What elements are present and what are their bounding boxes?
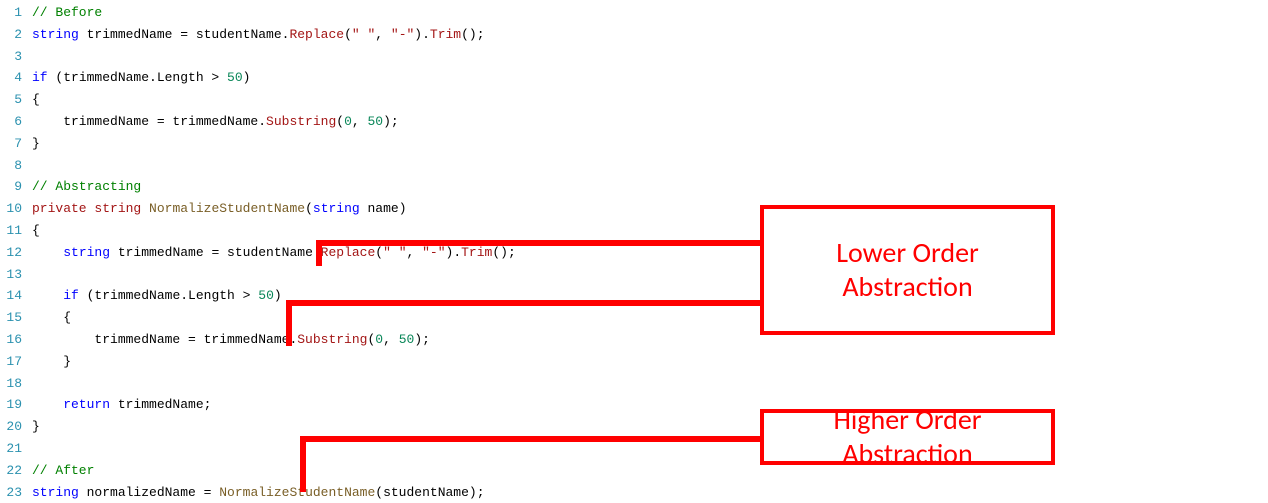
- code-line: [32, 264, 1268, 286]
- line-number: 4: [0, 67, 22, 89]
- line-number: 10: [0, 198, 22, 220]
- code-line: // Before: [32, 2, 1268, 24]
- line-number: 6: [0, 111, 22, 133]
- line-number: 8: [0, 155, 22, 177]
- line-number: 20: [0, 416, 22, 438]
- code-line: [32, 373, 1268, 395]
- connector-line: [300, 436, 760, 442]
- line-number: 11: [0, 220, 22, 242]
- code-line: }: [32, 416, 1268, 438]
- line-number: 1: [0, 2, 22, 24]
- code-line: [32, 155, 1268, 177]
- line-number: 13: [0, 264, 22, 286]
- code-line: return trimmedName;: [32, 394, 1268, 416]
- connector-line: [286, 300, 292, 346]
- annotation-higher-order: Higher Order Abstraction: [760, 409, 1055, 465]
- connector-line: [316, 240, 760, 246]
- code-line: string normalizedName = NormalizeStudent…: [32, 482, 1268, 503]
- line-number-gutter: 1 2 3 4 5 6 7 8 9 10 11 12 13 14 15 16 1…: [0, 2, 32, 503]
- code-line: private string NormalizeStudentName(stri…: [32, 198, 1268, 220]
- line-number: 12: [0, 242, 22, 264]
- line-number: 14: [0, 285, 22, 307]
- line-number: 23: [0, 482, 22, 503]
- line-number: 9: [0, 176, 22, 198]
- code-line: if (trimmedName.Length > 50): [32, 67, 1268, 89]
- connector-line: [286, 300, 760, 306]
- line-number: 18: [0, 373, 22, 395]
- code-line: {: [32, 220, 1268, 242]
- code-line: }: [32, 351, 1268, 373]
- line-number: 21: [0, 438, 22, 460]
- code-line: // Abstracting: [32, 176, 1268, 198]
- code-line: {: [32, 307, 1268, 329]
- line-number: 3: [0, 46, 22, 68]
- code-line: trimmedName = trimmedName.Substring(0, 5…: [32, 111, 1268, 133]
- code-editor: 1 2 3 4 5 6 7 8 9 10 11 12 13 14 15 16 1…: [0, 0, 1268, 503]
- annotation-label: Higher Order Abstraction: [774, 403, 1041, 470]
- line-number: 5: [0, 89, 22, 111]
- annotation-lower-order: Lower Order Abstraction: [760, 205, 1055, 335]
- line-number: 16: [0, 329, 22, 351]
- annotation-label: Lower Order Abstraction: [774, 236, 1041, 303]
- connector-line: [300, 436, 306, 492]
- line-number: 2: [0, 24, 22, 46]
- code-line: // After: [32, 460, 1268, 482]
- code-line: trimmedName = trimmedName.Substring(0, 5…: [32, 329, 1268, 351]
- line-number: 7: [0, 133, 22, 155]
- line-number: 22: [0, 460, 22, 482]
- code-line: {: [32, 89, 1268, 111]
- code-area[interactable]: // Before string trimmedName = studentNa…: [32, 2, 1268, 503]
- code-line: }: [32, 133, 1268, 155]
- line-number: 17: [0, 351, 22, 373]
- line-number: 15: [0, 307, 22, 329]
- code-line: [32, 46, 1268, 68]
- code-line: string trimmedName = studentName.Replace…: [32, 24, 1268, 46]
- line-number: 19: [0, 394, 22, 416]
